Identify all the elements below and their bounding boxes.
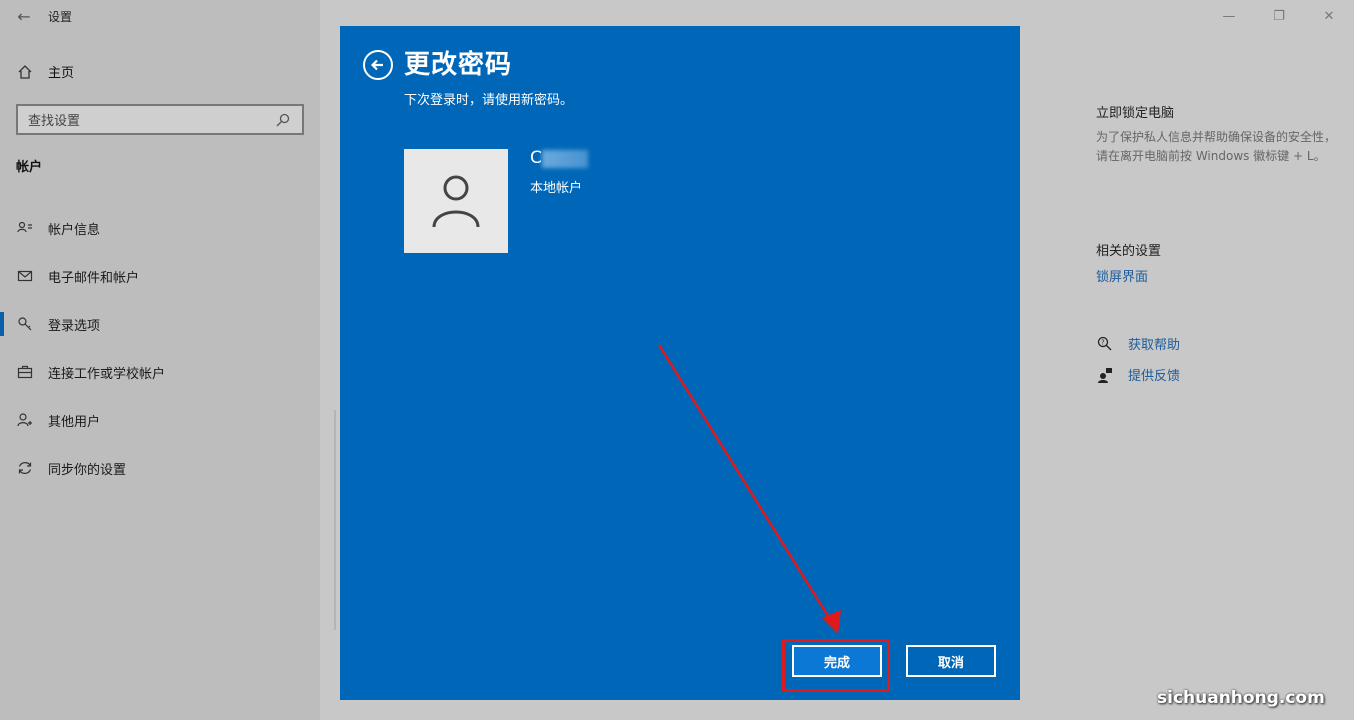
restore-button[interactable]: ❐: [1254, 0, 1304, 32]
section-title: 帐户: [16, 160, 43, 175]
arrow-left-icon: [370, 59, 383, 71]
svg-text:?: ?: [1101, 338, 1105, 346]
person-add-icon: [16, 411, 34, 429]
window-controls: — ❐ ✕: [1204, 0, 1354, 32]
mail-icon: [16, 267, 34, 285]
avatar: [404, 149, 508, 253]
user-name-initial: C: [530, 148, 542, 168]
search-icon[interactable]: [274, 111, 292, 129]
dialog-title: 更改密码: [404, 50, 513, 80]
sidebar-item-label: 登录选项: [48, 318, 101, 334]
sidebar-item-sync[interactable]: 同步你的设置: [0, 444, 320, 492]
name-blur: [542, 150, 588, 168]
related-settings-title: 相关的设置: [1096, 244, 1162, 259]
person-card-icon: [16, 219, 34, 237]
change-password-dialog: 更改密码 下次登录时，请使用新密码。 C 本地帐户 完成 取消: [340, 26, 1020, 700]
home-icon: [16, 63, 34, 81]
sidebar-item-label: 电子邮件和帐户: [48, 270, 140, 286]
back-button[interactable]: [363, 50, 393, 80]
sidebar-nav: 帐户信息 电子邮件和帐户 登录选项 连接工作或学校帐户 其他用户 同步你的设置: [0, 204, 320, 492]
window-title: 设置: [48, 9, 73, 24]
search-input[interactable]: 查找设置: [16, 104, 304, 135]
done-button[interactable]: 完成: [792, 645, 882, 677]
sync-icon: [16, 459, 34, 477]
cancel-button[interactable]: 取消: [906, 645, 996, 677]
get-help-label: 获取帮助: [1128, 338, 1181, 353]
settings-sidebar: ← 设置 主页 查找设置 帐户 帐户信息 电子邮件和帐户 登录选项 连接工作或学…: [0, 0, 320, 720]
sidebar-item-other-users[interactable]: 其他用户: [0, 396, 320, 444]
feedback-link[interactable]: 提供反馈: [1096, 365, 1180, 384]
sidebar-item-label: 连接工作或学校帐户: [48, 366, 166, 382]
sidebar-item-label: 其他用户: [48, 414, 101, 430]
watermark: sichuanhong.com: [1157, 688, 1325, 708]
lock-screen-link[interactable]: 锁屏界面: [1096, 266, 1148, 285]
minimize-button[interactable]: —: [1204, 0, 1254, 32]
sidebar-item-account-info[interactable]: 帐户信息: [0, 204, 320, 252]
lock-title: 立即锁定电脑: [1096, 106, 1175, 121]
sidebar-item-label: 同步你的设置: [48, 462, 127, 478]
sidebar-item-label: 帐户信息: [48, 222, 101, 238]
scrollbar[interactable]: [334, 410, 336, 630]
back-arrow-icon[interactable]: ←: [0, 0, 48, 32]
right-panel: — ❐ ✕ 立即锁定电脑 为了保护私人信息并帮助确保设备的安全性，请在离开电脑前…: [1080, 0, 1354, 720]
feedback-label: 提供反馈: [1128, 369, 1181, 384]
feedback-icon: [1096, 366, 1114, 384]
home-label: 主页: [48, 66, 75, 81]
close-button[interactable]: ✕: [1304, 0, 1354, 32]
key-icon: [16, 315, 34, 333]
briefcase-icon: [16, 363, 34, 381]
home-link[interactable]: 主页: [16, 62, 74, 81]
get-help-link[interactable]: ? 获取帮助: [1096, 334, 1180, 353]
dialog-subtitle: 下次登录时，请使用新密码。: [404, 93, 574, 108]
lock-description: 为了保护私人信息并帮助确保设备的安全性，请在离开电脑前按 Windows 徽标键…: [1096, 130, 1337, 163]
title-bar: ← 设置: [0, 0, 320, 32]
account-type: 本地帐户: [530, 181, 583, 196]
user-icon: [432, 175, 480, 228]
sidebar-item-sign-in-options[interactable]: 登录选项: [0, 300, 320, 348]
sidebar-item-work-school[interactable]: 连接工作或学校帐户: [0, 348, 320, 396]
sidebar-item-email[interactable]: 电子邮件和帐户: [0, 252, 320, 300]
help-chat-icon: ?: [1096, 335, 1114, 353]
search-placeholder: 查找设置: [28, 114, 81, 129]
user-name: C: [530, 148, 590, 170]
